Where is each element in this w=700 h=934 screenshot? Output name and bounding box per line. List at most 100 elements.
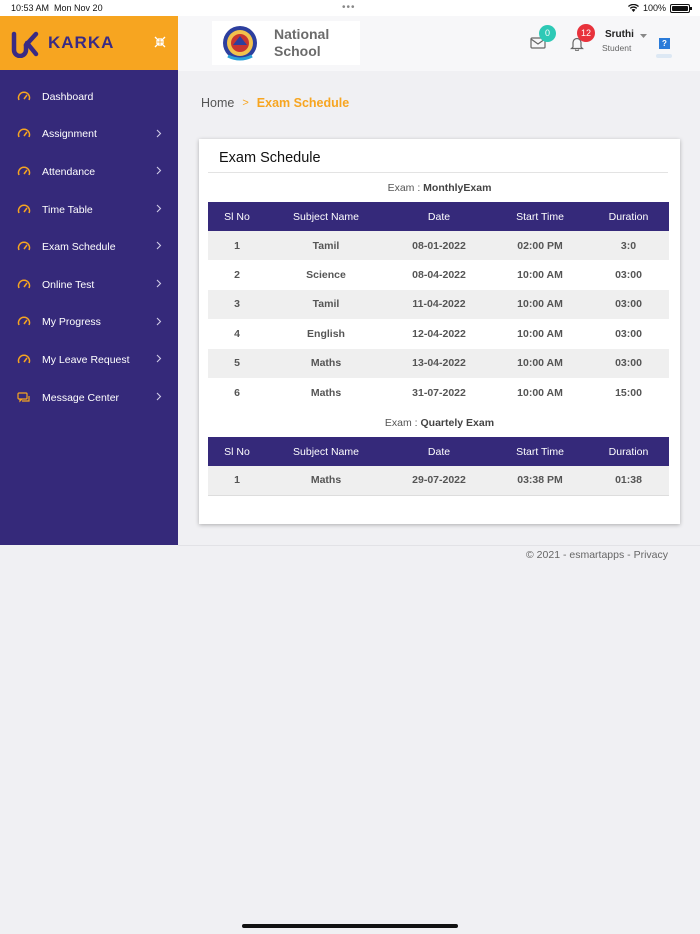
cell-subject: English <box>266 319 386 349</box>
cell-start-time: 10:00 AM <box>492 289 588 320</box>
chevron-right-icon <box>156 279 162 288</box>
battery-percent: 100% <box>642 3 666 13</box>
sidebar-item-online-test[interactable]: Online Test <box>0 266 178 304</box>
chevron-right-icon <box>156 354 162 363</box>
school-logo[interactable]: National School <box>212 21 360 65</box>
sidebar-item-label: Dashboard <box>42 90 94 103</box>
exam-label-prefix: Exam : <box>384 417 421 429</box>
chevron-right-icon <box>156 392 162 401</box>
user-name[interactable]: Sruthi <box>605 29 634 40</box>
cell-duration: 03:00 <box>588 260 669 290</box>
cell-subject: Maths <box>266 348 386 378</box>
sidebar-nav: Dashboard Assignment Attendance Time Tab… <box>0 70 178 416</box>
sidebar-item-label: Attendance <box>42 165 96 178</box>
sidebar-item-attendance[interactable]: Attendance <box>0 153 178 191</box>
help-icon-base <box>656 54 672 58</box>
table-row: 5 Maths 13-04-2022 10:00 AM 03:00 <box>208 348 669 378</box>
gauge-icon <box>17 354 31 364</box>
cell-sl-no: 1 <box>208 231 266 261</box>
table-row: 3 Tamil 11-04-2022 10:00 AM 03:00 <box>208 289 669 320</box>
sidebar-item-label: Message Center <box>42 391 120 404</box>
column-header: Subject Name <box>293 445 359 458</box>
collapse-icon[interactable] <box>154 36 166 48</box>
sidebar-item-message-center[interactable]: Message Center <box>0 379 178 417</box>
sidebar-item-assignment[interactable]: Assignment <box>0 116 178 154</box>
mail-count-badge[interactable]: 0 <box>539 25 556 42</box>
breadcrumb-current: Exam Schedule <box>256 96 350 110</box>
user-role: Student <box>602 43 632 53</box>
table-row: 4 English 12-04-2022 10:00 AM 03:00 <box>208 319 669 349</box>
sidebar: KARKA Dashboard Assignment Attendance Ti… <box>0 16 178 545</box>
exam-label: Exam : Quartely Exam <box>199 417 680 429</box>
chevron-right-icon <box>156 317 162 325</box>
cell-duration: 3:0 <box>588 231 669 261</box>
sidebar-item-label: My Leave Request <box>42 353 130 366</box>
sidebar-item-my-leave-request[interactable]: My Leave Request <box>0 341 178 379</box>
exam-name: Quartely Exam <box>420 417 495 429</box>
sidebar-item-label: Time Table <box>42 203 93 216</box>
sidebar-item-label: Assignment <box>42 128 97 141</box>
cell-start-time: 10:00 AM <box>492 260 588 290</box>
column-header: Sl No <box>224 210 250 223</box>
chat-icon <box>17 391 30 402</box>
sidebar-item-label: Online Test <box>42 278 95 291</box>
column-header: Duration <box>608 445 649 458</box>
clock-time: 10:53 AM <box>11 3 50 13</box>
chevron-right-icon <box>156 241 162 250</box>
status-bar: 10:53 AM Mon Nov 20 ••• 100% <box>0 0 700 16</box>
notification-count-badge[interactable]: 12 <box>577 24 595 42</box>
table-row: 2 Science 08-04-2022 10:00 AM 03:00 <box>208 260 669 290</box>
status-right: 100% <box>627 3 692 13</box>
school-name: National School <box>274 26 329 60</box>
gauge-icon <box>17 128 31 138</box>
cell-date: 08-04-2022 <box>386 260 492 290</box>
gauge-icon <box>17 279 31 289</box>
sidebar-item-dashboard[interactable]: Dashboard <box>0 78 178 116</box>
cell-duration: 03:00 <box>588 348 669 378</box>
sidebar-item-my-progress[interactable]: My Progress <box>0 304 178 342</box>
cell-date: 11-04-2022 <box>386 289 492 320</box>
sidebar-item-time-table[interactable]: Time Table <box>0 191 178 229</box>
battery-icon <box>670 3 692 13</box>
cell-duration: 03:00 <box>588 289 669 320</box>
multitask-dots[interactable]: ••• <box>342 2 356 13</box>
gauge-icon <box>17 204 31 213</box>
page-title: Exam Schedule <box>219 150 321 166</box>
table-header-row: Sl No Subject Name Date Start Time Durat… <box>208 437 669 466</box>
brand-header: KARKA <box>0 16 178 70</box>
chevron-right-icon <box>156 204 162 213</box>
exam-table: Sl No Subject Name Date Start Time Durat… <box>208 202 669 408</box>
column-header: Subject Name <box>293 210 359 223</box>
brand-name[interactable]: KARKA <box>48 33 114 53</box>
help-icon[interactable]: ? <box>659 38 670 49</box>
breadcrumb: Home > Exam Schedule <box>201 96 349 110</box>
column-header: Duration <box>608 210 649 223</box>
sidebar-item-exam-schedule[interactable]: Exam Schedule <box>0 228 178 266</box>
column-header: Start Time <box>516 445 564 458</box>
cell-start-time: 10:00 AM <box>492 377 588 408</box>
footer-text[interactable]: © 2021 - esmartapps - Privacy <box>526 549 668 561</box>
exam-label-prefix: Exam : <box>387 182 424 194</box>
caret-down-icon[interactable] <box>640 34 647 39</box>
wifi-icon <box>627 4 639 12</box>
cell-duration: 15:00 <box>588 377 669 408</box>
cell-duration: 01:38 <box>588 466 669 496</box>
gauge-icon <box>17 91 31 101</box>
cell-sl-no: 6 <box>208 377 266 408</box>
table-row: 1 Maths 29-07-2022 03:38 PM 01:38 <box>208 466 669 496</box>
breadcrumb-home[interactable]: Home <box>201 96 234 110</box>
breadcrumb-separator: > <box>242 97 249 109</box>
school-name-line1: National <box>274 26 330 42</box>
cell-date: 29-07-2022 <box>386 466 492 496</box>
column-header: Date <box>427 210 451 223</box>
chevron-right-icon <box>156 129 162 137</box>
cell-subject: Maths <box>266 377 386 408</box>
exam-schedule-card: Exam Schedule Exam : MonthlyExam Sl No S… <box>199 139 680 524</box>
cell-date: 31-07-2022 <box>386 377 492 408</box>
top-bar: National School 0 12 Sruthi Student ? <box>178 16 700 71</box>
divider <box>208 172 668 173</box>
cell-start-time: 03:38 PM <box>492 466 588 496</box>
karka-logo-icon[interactable] <box>10 28 40 58</box>
home-indicator[interactable] <box>242 924 458 928</box>
clock-date: Mon Nov 20 <box>54 3 103 13</box>
